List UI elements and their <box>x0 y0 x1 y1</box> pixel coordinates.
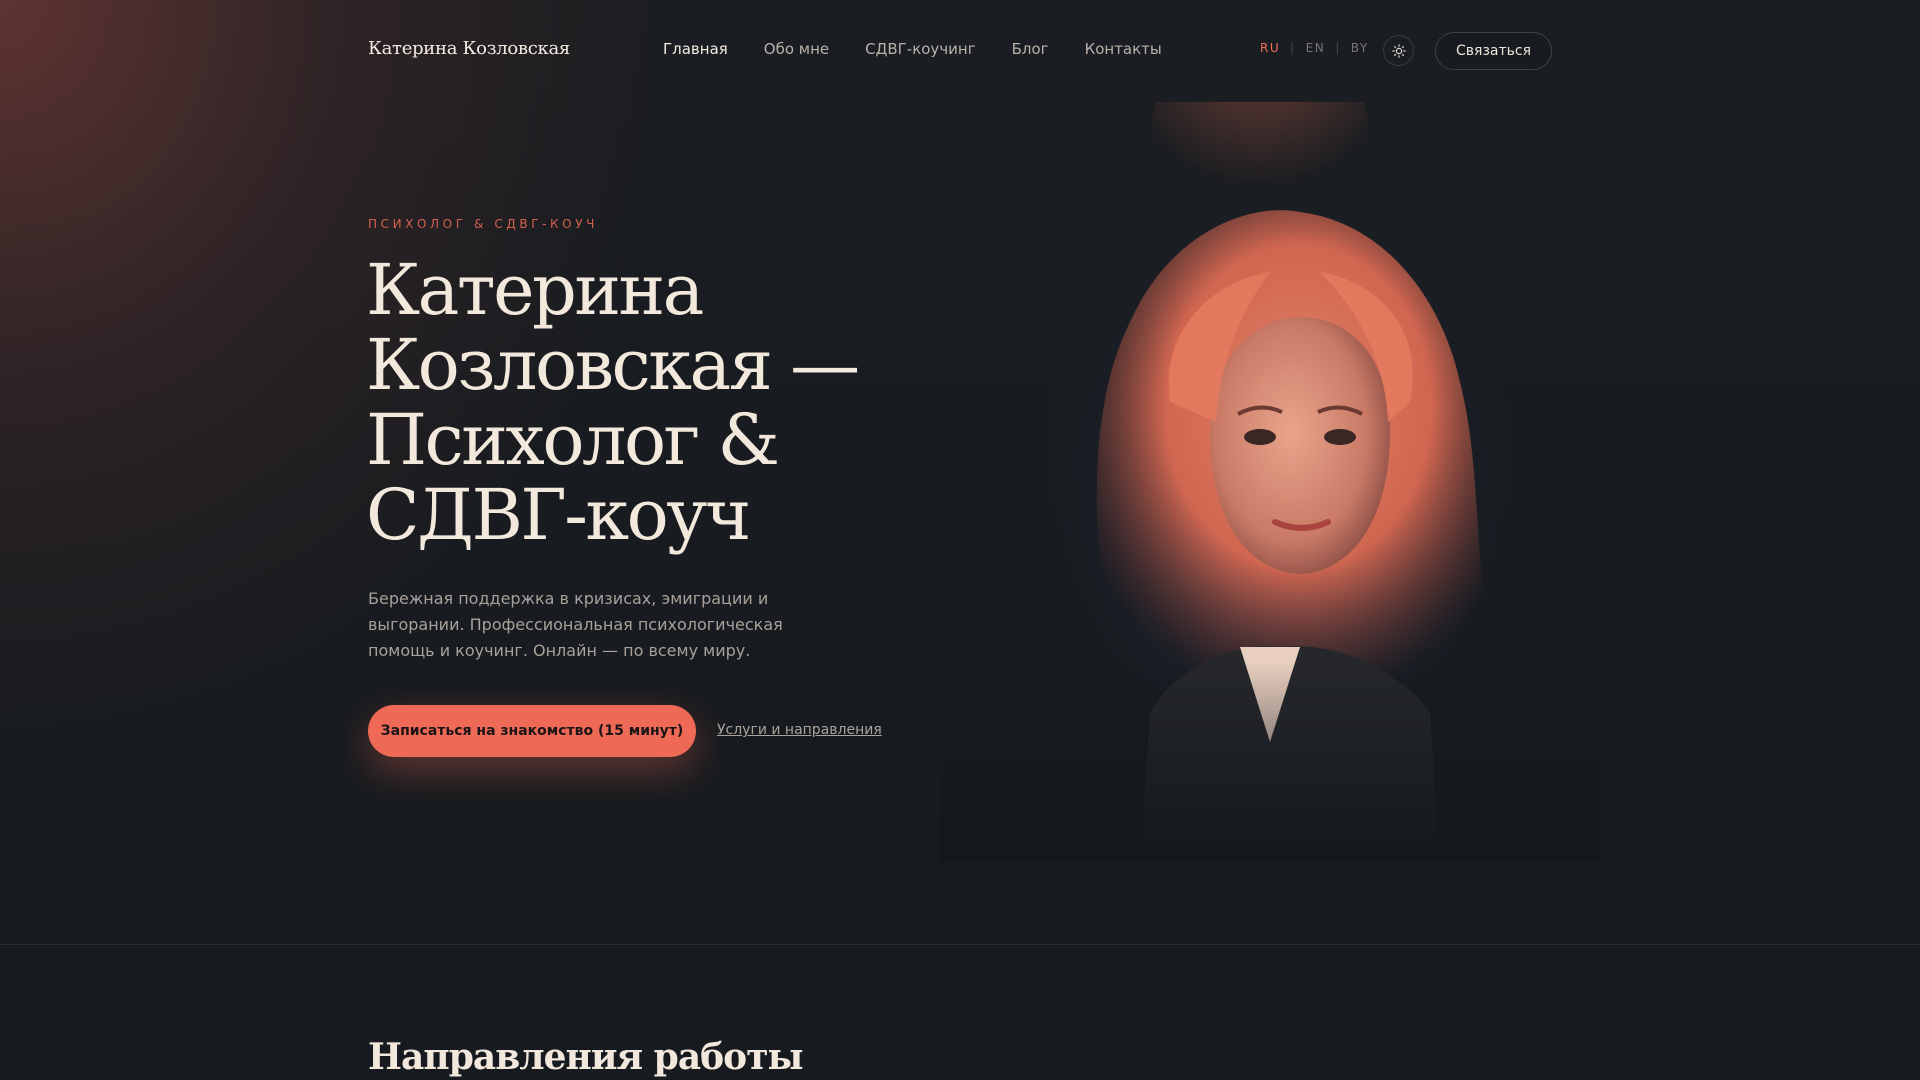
section-background <box>0 945 1920 1080</box>
portrait-photo <box>940 102 1600 862</box>
hero-title-line: Катерина <box>366 249 704 331</box>
lang-by[interactable]: BY <box>1351 41 1369 55</box>
site-header: Катерина Козловская Главная Обо мне СДВГ… <box>0 0 1920 102</box>
nav-contacts[interactable]: Контакты <box>1085 40 1162 58</box>
contact-button[interactable]: Связаться <box>1435 32 1552 70</box>
hero-subtitle: Бережная поддержка в кризисах, эмиграции… <box>368 589 783 660</box>
main-nav: Главная Обо мне СДВГ-коучинг Блог Контак… <box>663 40 1162 58</box>
services-link[interactable]: Услуги и направления <box>717 722 882 738</box>
hero-section: ПСИХОЛОГ & СДВГ-КОУЧ Катерина Козловская… <box>0 0 1920 944</box>
section-divider <box>0 944 1920 945</box>
nav-adhd-coaching[interactable]: СДВГ-коучинг <box>865 40 975 58</box>
brand-logo[interactable]: Катерина Козловская <box>368 38 570 59</box>
theme-toggle-button[interactable] <box>1383 35 1414 66</box>
nav-blog[interactable]: Блог <box>1012 40 1049 58</box>
hero-title-line: СДВГ-коуч <box>366 474 751 556</box>
hero-eyebrow: ПСИХОЛОГ & СДВГ-КОУЧ <box>368 217 598 231</box>
hero-title-line: Психолог & <box>366 399 780 481</box>
section-title: Направления работы <box>368 1036 804 1078</box>
language-switcher: RU | EN | BY <box>1260 41 1369 55</box>
hero-title-line: Козловская — <box>366 324 860 406</box>
lang-separator: | <box>1335 41 1341 55</box>
lang-ru[interactable]: RU <box>1260 41 1280 55</box>
sun-icon <box>1391 43 1406 58</box>
lang-en[interactable]: EN <box>1306 41 1326 55</box>
portrait-image <box>940 102 1600 862</box>
nav-about[interactable]: Обо мне <box>764 40 829 58</box>
lang-separator: | <box>1290 41 1296 55</box>
nav-home[interactable]: Главная <box>663 40 728 58</box>
hero-title: Катерина Козловская — Психолог & СДВГ-ко… <box>366 253 926 553</box>
book-intro-button[interactable]: Записаться на знакомство (15 минут) <box>368 705 696 757</box>
